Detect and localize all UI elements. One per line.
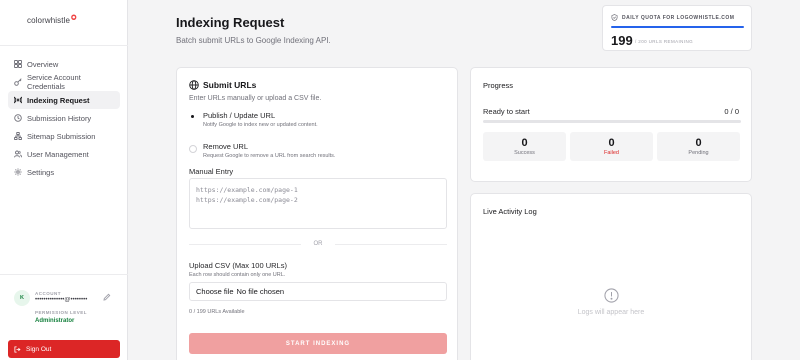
or-separator: OR — [313, 241, 323, 247]
live-activity-log-title: Live Activity Log — [483, 207, 537, 216]
sidebar-item-settings[interactable]: Settings — [8, 163, 120, 181]
sidebar-item-label: User Management — [27, 149, 89, 159]
flame-icon: 🞉 — [71, 15, 77, 22]
sign-out-button[interactable]: Sign Out — [8, 340, 120, 358]
sidebar-item-overview[interactable]: Overview — [8, 55, 120, 73]
stat-label: Pending — [688, 150, 709, 156]
quota-remaining-text: / 200 URLS REMAINING — [635, 39, 694, 44]
quota-value: 199 — [611, 33, 633, 48]
broadcast-icon — [14, 96, 22, 104]
sidebar: colorwhistle🞉 Overview Service Account C… — [0, 0, 128, 360]
radio-publish-update[interactable] — [189, 113, 197, 121]
quota-header: DAILY QUOTA FOR LOGOWHISTLE.COM — [611, 14, 734, 21]
sidebar-item-label: Sitemap Submission — [27, 131, 96, 141]
sidebar-item-label: Service Account Credentials — [27, 73, 81, 91]
upload-csv-label: Upload CSV (Max 100 URLs) — [189, 261, 287, 270]
manual-entry-label: Manual Entry — [189, 167, 234, 176]
radio-remove-url[interactable] — [189, 145, 197, 153]
live-activity-log-card: Live Activity Log Logs will appear here — [470, 193, 752, 360]
start-indexing-button[interactable]: START INDEXING — [189, 333, 447, 354]
alert-circle-icon — [604, 288, 619, 303]
divider — [0, 45, 128, 46]
progress-bar — [483, 120, 741, 123]
stat-value: 0 — [695, 137, 702, 149]
submit-urls-description: Enter URLs manually or upload a CSV file… — [189, 95, 322, 102]
divider — [0, 274, 128, 275]
page-title: Indexing Request — [176, 15, 285, 30]
stat-value: 0 — [608, 137, 615, 149]
upload-csv-hint: Each row should contain only one URL. — [189, 272, 286, 278]
users-icon — [14, 150, 22, 158]
pencil-icon[interactable] — [103, 293, 111, 301]
urls-available-text: 0 / 199 URLs Available — [189, 309, 245, 315]
option-remove-url-title[interactable]: Remove URL — [203, 142, 248, 151]
sidebar-item-submission-history[interactable]: Submission History — [8, 109, 120, 127]
option-publish-update-title[interactable]: Publish / Update URL — [203, 111, 275, 120]
progress-card: Progress Ready to start 0 / 0 0 Success … — [470, 67, 752, 182]
submit-urls-card: Submit URLs Enter URLs manually or uploa… — [176, 67, 458, 360]
daily-quota-card: DAILY QUOTA FOR LOGOWHISTLE.COM 199 / 20… — [602, 5, 752, 51]
submit-urls-title: Submit URLs — [189, 80, 256, 90]
sidebar-item-label: Settings — [27, 167, 55, 177]
avatar: K — [14, 290, 30, 306]
sidebar-item-service-account-credentials[interactable]: Service Account Credentials — [8, 73, 120, 91]
shield-icon — [611, 14, 618, 21]
permission-level-label: PERMISSION LEVEL — [35, 310, 88, 315]
quota-label: DAILY QUOTA FOR LOGOWHISTLE.COM — [622, 14, 735, 21]
history-icon — [14, 114, 22, 122]
divider — [335, 244, 447, 245]
sidebar-item-sitemap-submission[interactable]: Sitemap Submission — [8, 127, 120, 145]
sidebar-nav: Overview Service Account Credentials Ind… — [8, 55, 120, 181]
log-empty-text: Logs will appear here — [577, 309, 645, 316]
key-icon — [14, 78, 22, 86]
stat-success: 0 Success — [483, 132, 566, 161]
divider — [189, 244, 301, 245]
option-remove-url-description: Request Google to remove a URL from sear… — [203, 153, 336, 159]
stat-pending: 0 Pending — [657, 132, 740, 161]
account-email: ••••••••••••••@•••••••• — [35, 297, 88, 303]
grid-icon — [14, 60, 22, 68]
sidebar-item-label: Indexing Request — [27, 95, 90, 105]
sign-out-icon — [14, 345, 21, 353]
account-label: ACCOUNT — [35, 291, 61, 296]
sidebar-item-user-management[interactable]: User Management — [8, 145, 120, 163]
option-publish-update-description: Notify Google to index new or updated co… — [203, 122, 318, 128]
csv-file-input[interactable]: Choose file No file chosen — [189, 282, 447, 301]
page-subtitle: Batch submit URLs to Google Indexing API… — [176, 36, 331, 45]
stat-value: 0 — [521, 137, 528, 149]
sidebar-item-indexing-request[interactable]: Indexing Request — [8, 91, 120, 109]
sign-out-label: Sign Out — [26, 345, 52, 353]
progress-count: 0 / 0 — [724, 107, 739, 116]
manual-entry-textarea[interactable]: https://example.com/page-1 https://examp… — [189, 178, 447, 229]
sitemap-icon — [14, 132, 22, 140]
stat-label: Failed — [604, 150, 619, 156]
file-status: No file chosen — [236, 287, 285, 296]
brand-logo[interactable]: colorwhistle🞉 — [27, 15, 77, 26]
permission-level-value: Administrator — [35, 318, 75, 324]
stat-label: Success — [514, 150, 535, 156]
gear-icon — [14, 168, 22, 176]
quota-progress-bar — [611, 26, 744, 28]
stat-failed: 0 Failed — [570, 132, 653, 161]
sidebar-item-label: Submission History — [27, 113, 92, 123]
choose-file-button[interactable]: Choose file — [196, 287, 234, 296]
progress-title: Progress — [483, 81, 514, 90]
sidebar-item-label: Overview — [27, 59, 59, 69]
progress-status: Ready to start — [483, 107, 530, 116]
globe-icon — [189, 80, 199, 90]
